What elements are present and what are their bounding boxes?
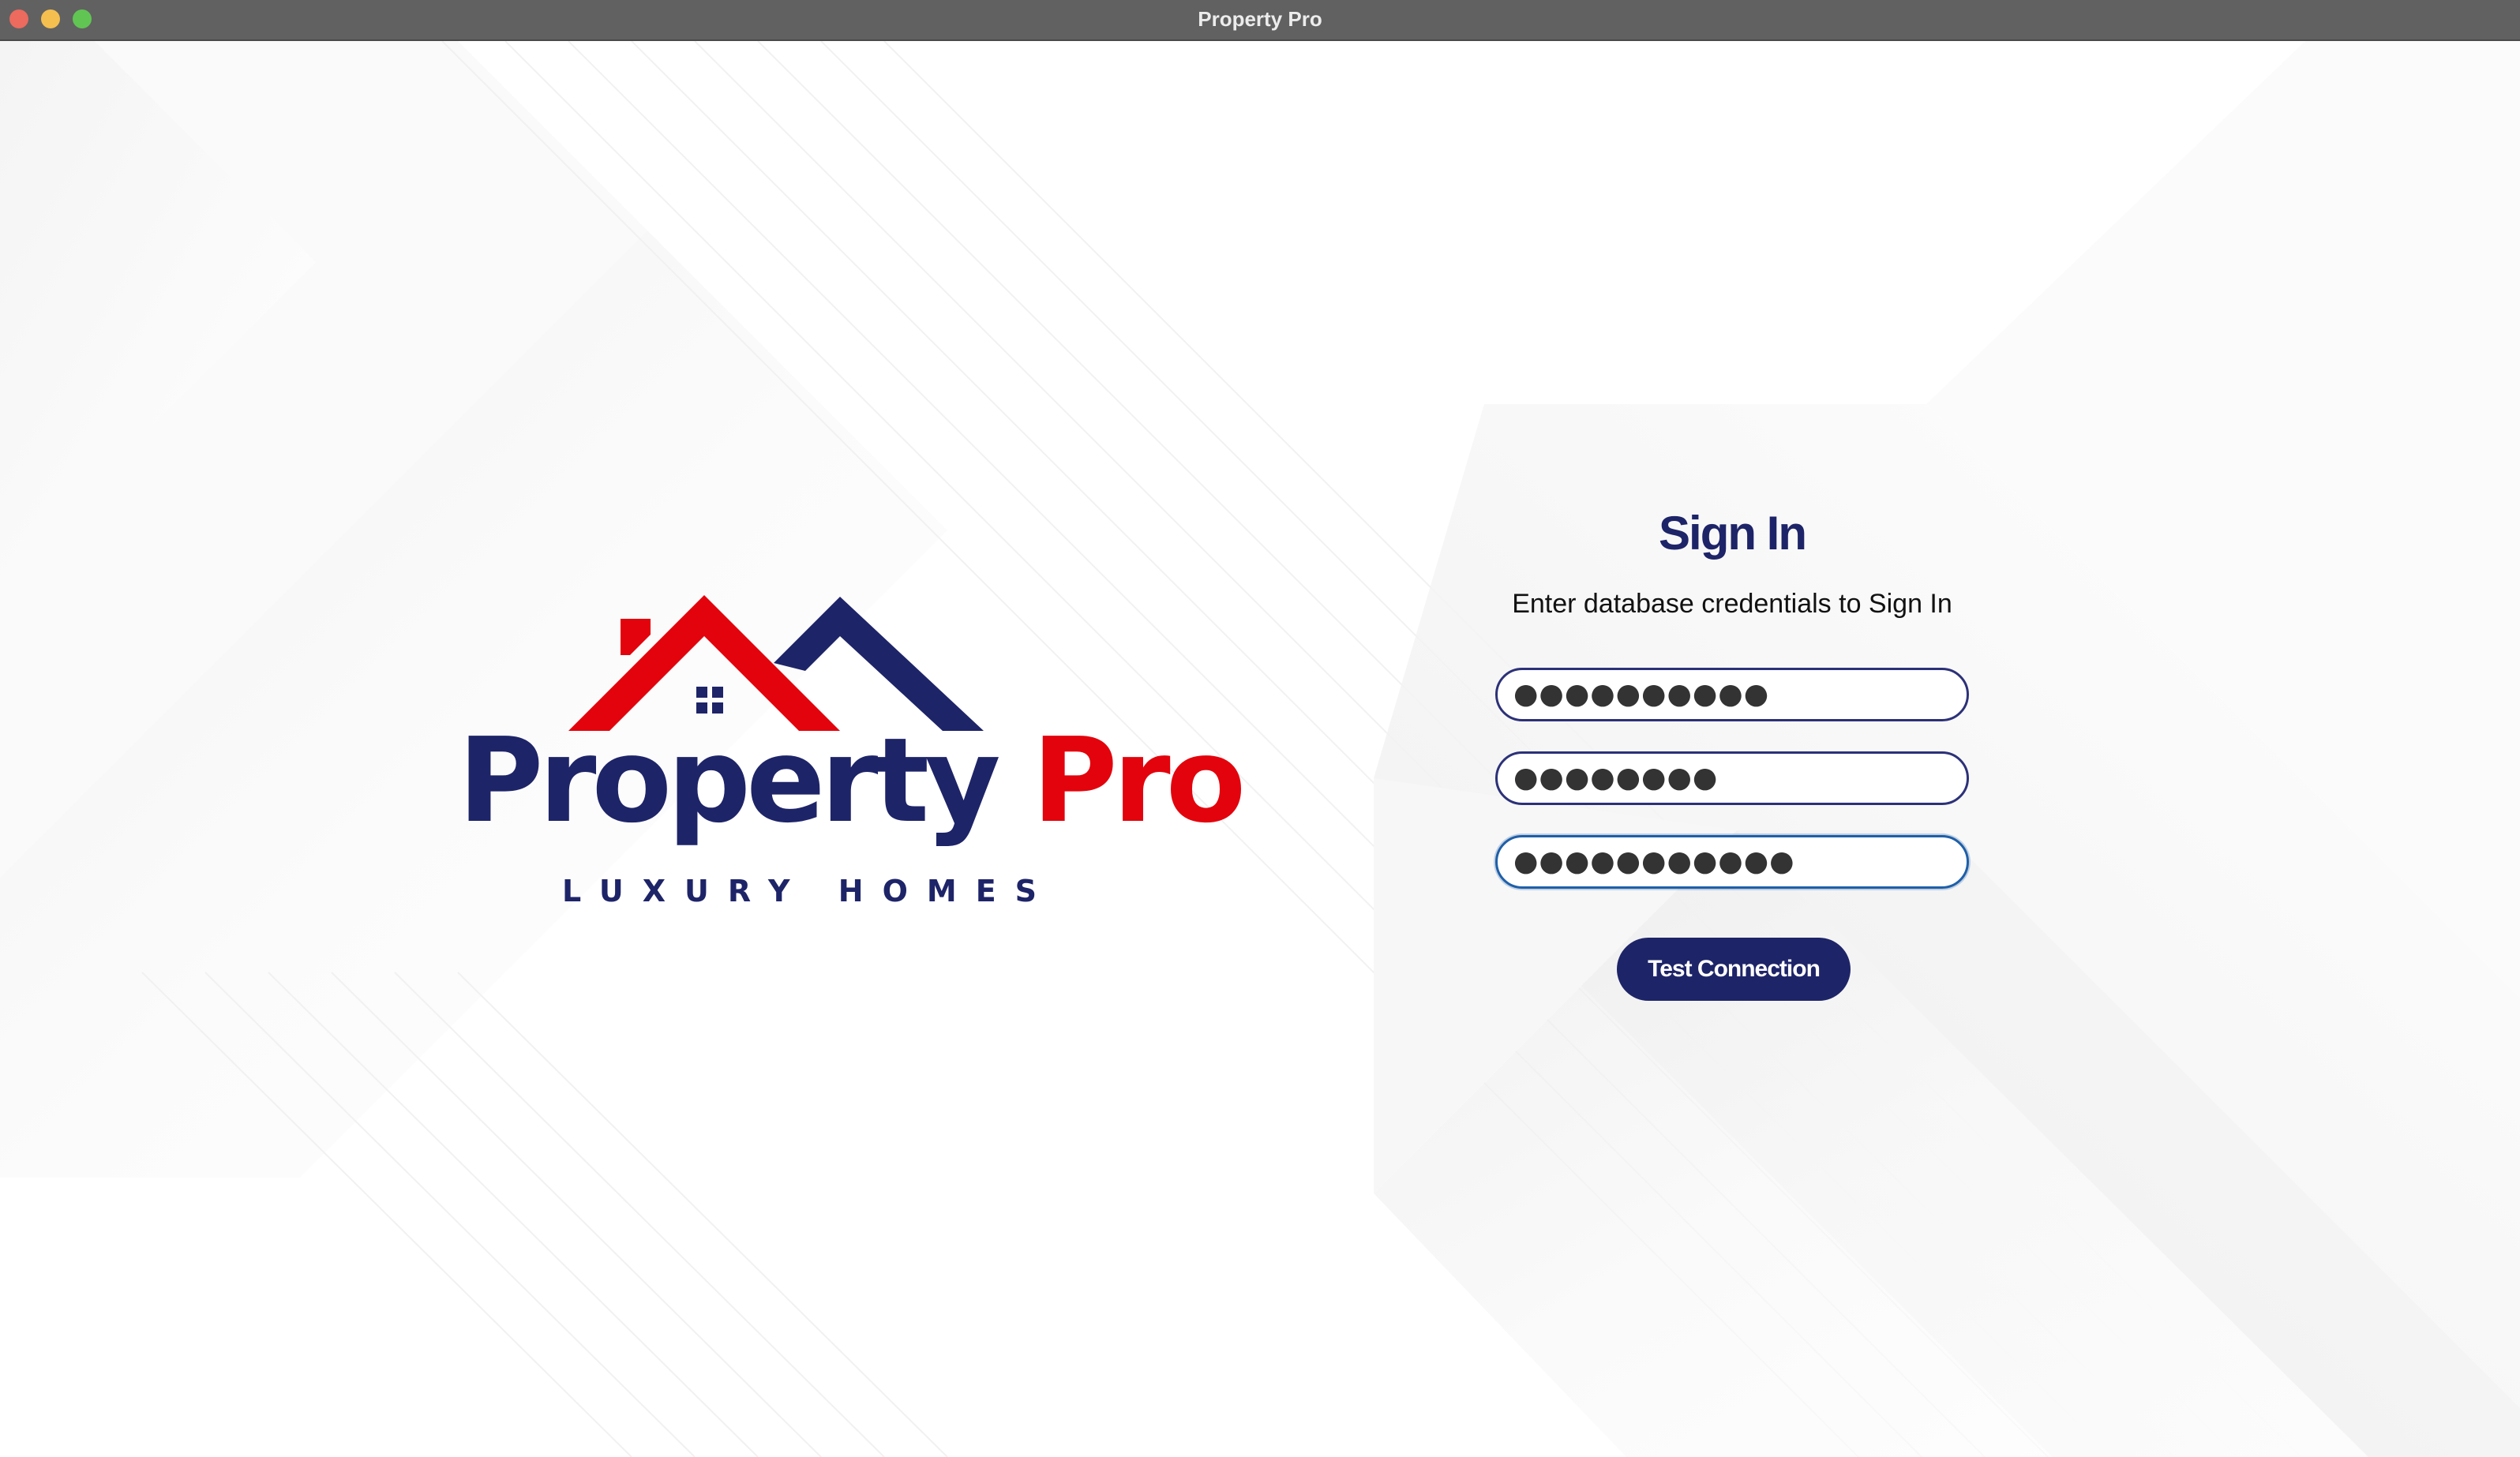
credential-field-1[interactable]: ●●●●●●●●●● [1495,668,1969,721]
logo-word-property: Property [458,713,1001,848]
logo-wordmark: Property Pro [458,722,1246,839]
company-logo: Property Pro LUXURY HOMES [458,584,1246,916]
signin-title: Sign In [1659,507,1807,560]
signin-form: Sign In Enter database credentials to Si… [1495,497,1969,1002]
background-pattern [0,41,2520,1457]
test-connection-button[interactable]: Test Connection [1617,938,1851,1001]
credential-field-3[interactable]: ●●●●●●●●●●● [1495,835,1969,889]
logo-word-pro: Pro [1032,713,1246,848]
title-bar[interactable]: Property Pro [0,0,2520,41]
window-title: Property Pro [1198,7,1322,31]
background-shapes [0,41,2520,1457]
credential-field-2[interactable]: ●●●●●●●● [1495,751,1969,805]
app-window: Property Pro Property Pro LUXURY HOMES S… [0,0,2520,1457]
signin-subtitle: Enter database credentials to Sign In [1512,589,1952,619]
logo-tagline: LUXURY HOMES [562,874,1056,908]
